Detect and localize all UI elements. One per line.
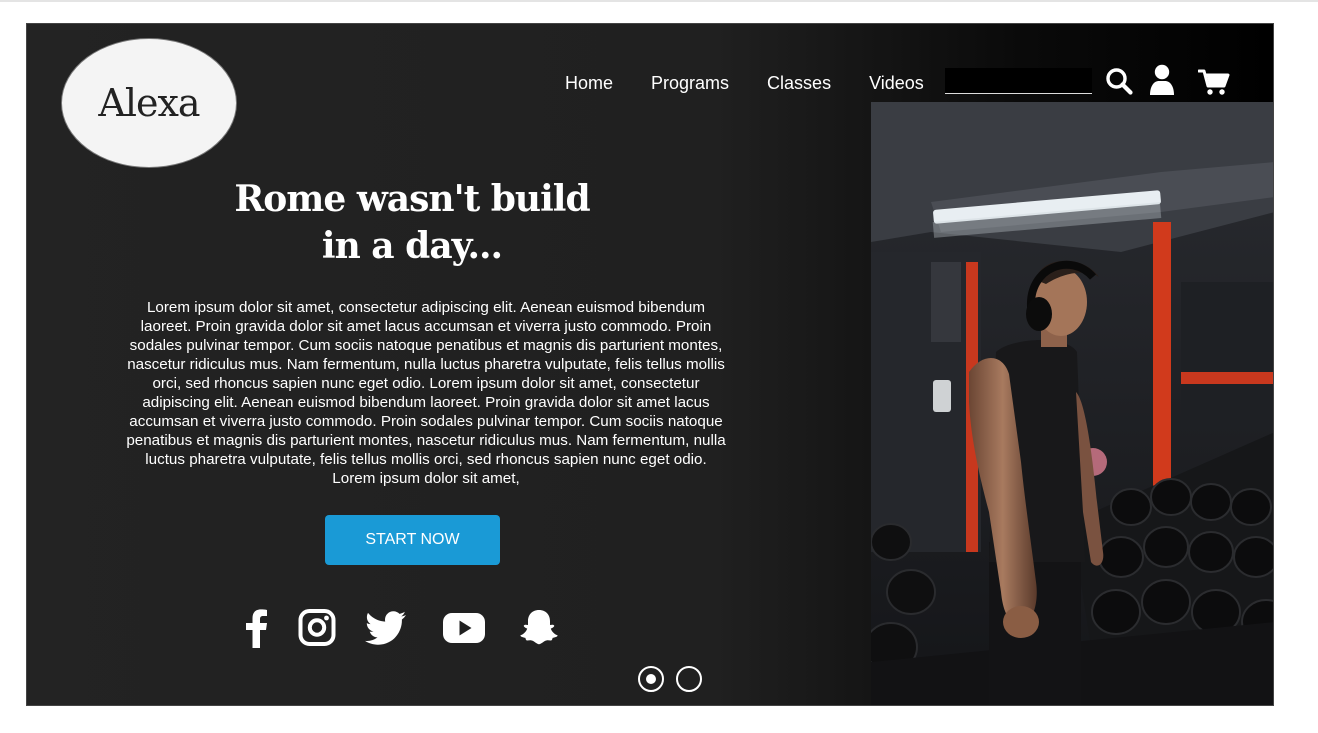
hero-photo — [871, 102, 1273, 705]
gym-athlete-image — [871, 102, 1273, 705]
twitter-icon[interactable] — [365, 608, 407, 648]
instagram-icon[interactable] — [298, 608, 336, 648]
youtube-icon[interactable] — [442, 608, 486, 648]
hero-body-text: Lorem ipsum dolor sit amet, consectetur … — [126, 299, 726, 487]
search-input[interactable] — [945, 68, 1092, 94]
cart-icon[interactable] — [1198, 68, 1230, 96]
carousel-dot-1[interactable] — [638, 666, 664, 692]
nav-item-videos[interactable]: Videos — [869, 73, 924, 94]
facebook-icon[interactable] — [240, 608, 272, 648]
top-divider — [0, 0, 1318, 2]
hero-headline: Rome wasn't build in a day... — [177, 176, 647, 270]
snapchat-icon[interactable] — [519, 608, 559, 648]
logo[interactable]: Alexa — [61, 38, 237, 168]
carousel-dot-2[interactable] — [676, 666, 702, 692]
logo-text: Alexa — [98, 81, 200, 125]
nav-item-classes[interactable]: Classes — [767, 73, 831, 94]
headline-line-1: Rome wasn't build — [234, 178, 590, 220]
nav-item-programs[interactable]: Programs — [651, 73, 729, 94]
headline-line-2: in a day... — [321, 225, 503, 267]
user-icon[interactable] — [1149, 64, 1175, 96]
start-now-button[interactable]: START NOW — [325, 515, 500, 565]
main-nav: Home Programs Classes Videos — [565, 73, 924, 94]
hero-section: Alexa Home Programs Classes Videos Rome … — [26, 23, 1274, 706]
nav-item-home[interactable]: Home — [565, 73, 613, 94]
search-icon[interactable] — [1105, 67, 1133, 95]
